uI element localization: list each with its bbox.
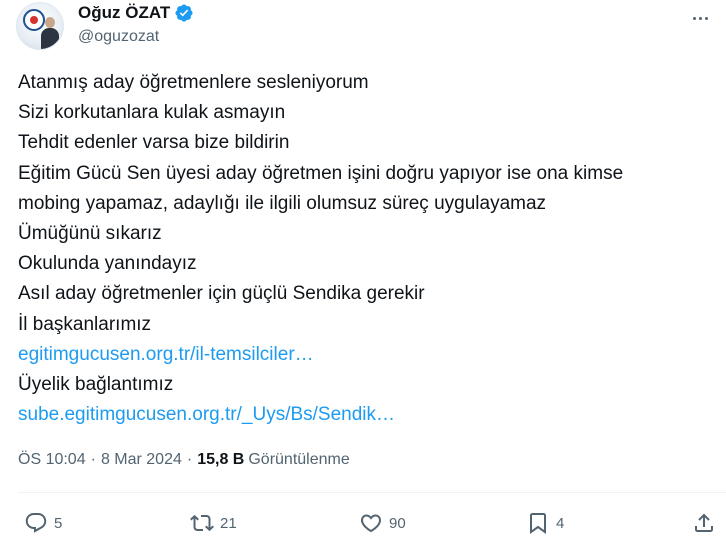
verified-badge-icon <box>175 4 193 22</box>
tweet-line: Tehdit edenler varsa bize bildirin <box>18 132 290 154</box>
tweet-line: Eğitim Gücü Sen üyesi aday öğretmen işin… <box>18 162 624 184</box>
tweet-text: Atanmış aday öğretmenlere sesleniyorum S… <box>18 68 718 430</box>
reply-icon <box>25 513 47 533</box>
tweet-time[interactable]: ÖS 10:04 <box>18 451 86 469</box>
like-count: 90 <box>389 514 406 532</box>
author-name-row: Oğuz ÖZAT <box>78 3 194 23</box>
share-button[interactable] <box>692 505 716 541</box>
views-label: Görüntülenme <box>248 451 350 468</box>
like-button[interactable]: 90 <box>359 505 406 541</box>
reply-button[interactable]: 5 <box>24 505 62 541</box>
il-temsilciler-link[interactable]: egitimgucusen.org.tr/il-temsilciler… <box>18 344 314 365</box>
tweet-date[interactable]: 8 Mar 2024 <box>101 451 182 469</box>
tweet-header: Oğuz ÖZAT @oguzozat <box>16 2 716 54</box>
repost-icon <box>190 514 214 532</box>
tweet-line: Ümüğünü sıkarız <box>18 223 162 245</box>
share-icon <box>695 513 713 532</box>
tweet-meta: ÖS 10:04 · 8 Mar 2024 · 15,8 B Görüntüle… <box>18 451 350 469</box>
bookmark-button[interactable]: 4 <box>526 505 564 541</box>
bookmark-count: 4 <box>556 514 565 532</box>
tweet-line: Asıl aday öğretmenler için güçlü Sendika… <box>18 283 425 305</box>
reply-count: 5 <box>54 514 63 532</box>
bookmark-icon <box>530 513 546 534</box>
meta-separator: · <box>186 451 193 468</box>
tweet-line: Sizi korkutanlara kulak asmayın <box>18 102 286 124</box>
avatar[interactable] <box>16 2 64 50</box>
tweet-line: Atanmış aday öğretmenlere sesleniyorum <box>18 72 369 93</box>
views-count: 15,8 B <box>197 451 245 468</box>
author-handle[interactable]: @oguzozat <box>78 28 159 46</box>
author-name[interactable]: Oğuz ÖZAT <box>78 3 170 23</box>
divider <box>18 492 726 493</box>
tweet-line: İl başkanlarımız <box>18 313 152 335</box>
more-icon[interactable] <box>688 8 712 28</box>
avatar-person <box>41 17 59 49</box>
tweet-line: mobing yapamaz, adaylığı ile ilgili olum… <box>18 192 547 214</box>
tweet-line: Üyelik bağlantımız <box>18 374 174 396</box>
repost-count: 21 <box>220 514 237 532</box>
like-icon <box>360 514 382 533</box>
tweet-line: Okulunda yanındayız <box>18 253 197 275</box>
action-bar: 5 21 90 4 <box>0 505 726 541</box>
uyelik-link[interactable]: sube.egitimgucusen.org.tr/_Uys/Bs/Sendik… <box>18 404 395 425</box>
meta-separator: · <box>90 451 96 468</box>
repost-button[interactable]: 21 <box>190 505 237 541</box>
